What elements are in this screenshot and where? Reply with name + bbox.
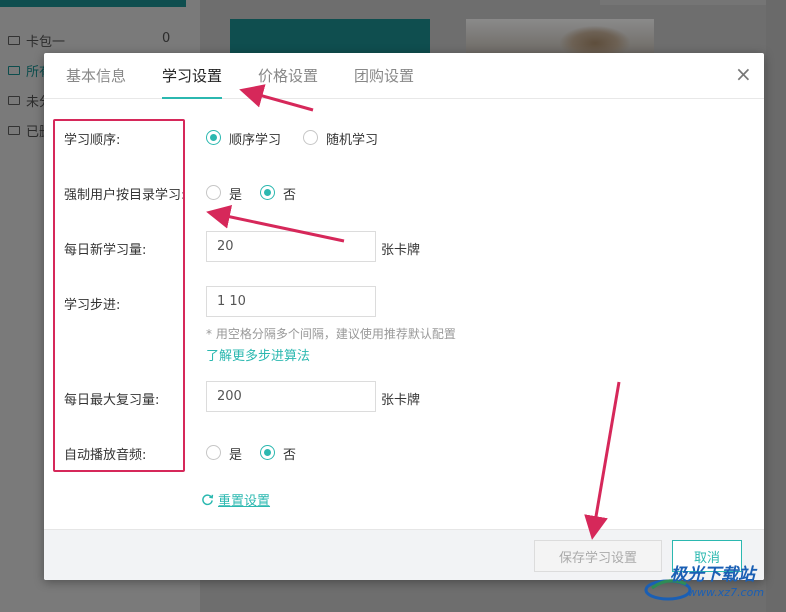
background-top-strip bbox=[0, 0, 186, 7]
watermark-text: 极光下载站 bbox=[670, 565, 755, 585]
auto-audio-yes-radio[interactable] bbox=[206, 445, 221, 460]
background-sidebar-item[interactable]: 卡包一 bbox=[8, 31, 65, 50]
close-icon[interactable]: × bbox=[735, 64, 752, 84]
auto-audio-no-label[interactable]: 否 bbox=[283, 444, 296, 463]
background-top-bar bbox=[600, 0, 786, 5]
refresh-icon bbox=[202, 494, 214, 506]
force-catalog-yes-label[interactable]: 是 bbox=[229, 184, 242, 203]
folder-icon bbox=[8, 96, 20, 105]
folder-icon bbox=[8, 126, 20, 135]
folder-icon bbox=[8, 66, 20, 75]
study-order-sequential-label[interactable]: 顺序学习 bbox=[229, 129, 281, 148]
force-catalog-label: 强制用户按目录学习: bbox=[64, 188, 186, 203]
daily-max-review-unit: 张卡牌 bbox=[381, 393, 421, 408]
reset-settings-button[interactable]: 重置设置 bbox=[201, 490, 270, 509]
study-order-random-label[interactable]: 随机学习 bbox=[326, 129, 378, 148]
study-order-label: 学习顺序: bbox=[64, 133, 121, 148]
background-sidebar-count: 0 bbox=[162, 31, 171, 46]
tab-price-settings[interactable]: 价格设置 bbox=[258, 65, 318, 97]
daily-new-input[interactable]: 20 bbox=[206, 231, 376, 262]
auto-audio-yes-label[interactable]: 是 bbox=[229, 444, 242, 463]
force-catalog-no-radio[interactable] bbox=[260, 185, 275, 200]
force-catalog-no-label[interactable]: 否 bbox=[283, 184, 296, 203]
learning-steps-hint: * 用空格分隔多个间隔，建议使用推荐默认配置 bbox=[206, 327, 456, 341]
tab-group-buy-settings[interactable]: 团购设置 bbox=[354, 65, 414, 97]
learning-steps-input[interactable]: 1 10 bbox=[206, 286, 376, 317]
tab-basic-info[interactable]: 基本信息 bbox=[66, 65, 126, 97]
daily-max-review-label: 每日最大复习量: bbox=[64, 393, 160, 408]
daily-max-review-input[interactable]: 200 bbox=[206, 381, 376, 412]
daily-new-label: 每日新学习量: bbox=[64, 243, 147, 258]
settings-dialog: 基本信息 学习设置 价格设置 团购设置 × 学习顺序: 顺序学习 随机学习 强制… bbox=[44, 53, 764, 580]
study-order-sequential-radio[interactable] bbox=[206, 130, 221, 145]
tab-bar: 基本信息 学习设置 价格设置 团购设置 × bbox=[44, 53, 764, 99]
learning-steps-label: 学习步进: bbox=[64, 298, 121, 313]
tab-study-settings[interactable]: 学习设置 bbox=[162, 65, 223, 99]
force-catalog-yes-radio[interactable] bbox=[206, 185, 221, 200]
reset-settings-label: 重置设置 bbox=[218, 494, 271, 509]
auto-audio-label: 自动播放音频: bbox=[64, 448, 147, 463]
auto-audio-no-radio[interactable] bbox=[260, 445, 275, 460]
watermark-url: www.xz7.com bbox=[688, 586, 765, 599]
daily-new-unit: 张卡牌 bbox=[381, 243, 421, 258]
learn-more-link[interactable]: 了解更多步进算法 bbox=[206, 345, 310, 364]
folder-icon bbox=[8, 36, 20, 45]
study-order-random-radio[interactable] bbox=[303, 130, 318, 145]
background-right-edge bbox=[766, 0, 786, 612]
